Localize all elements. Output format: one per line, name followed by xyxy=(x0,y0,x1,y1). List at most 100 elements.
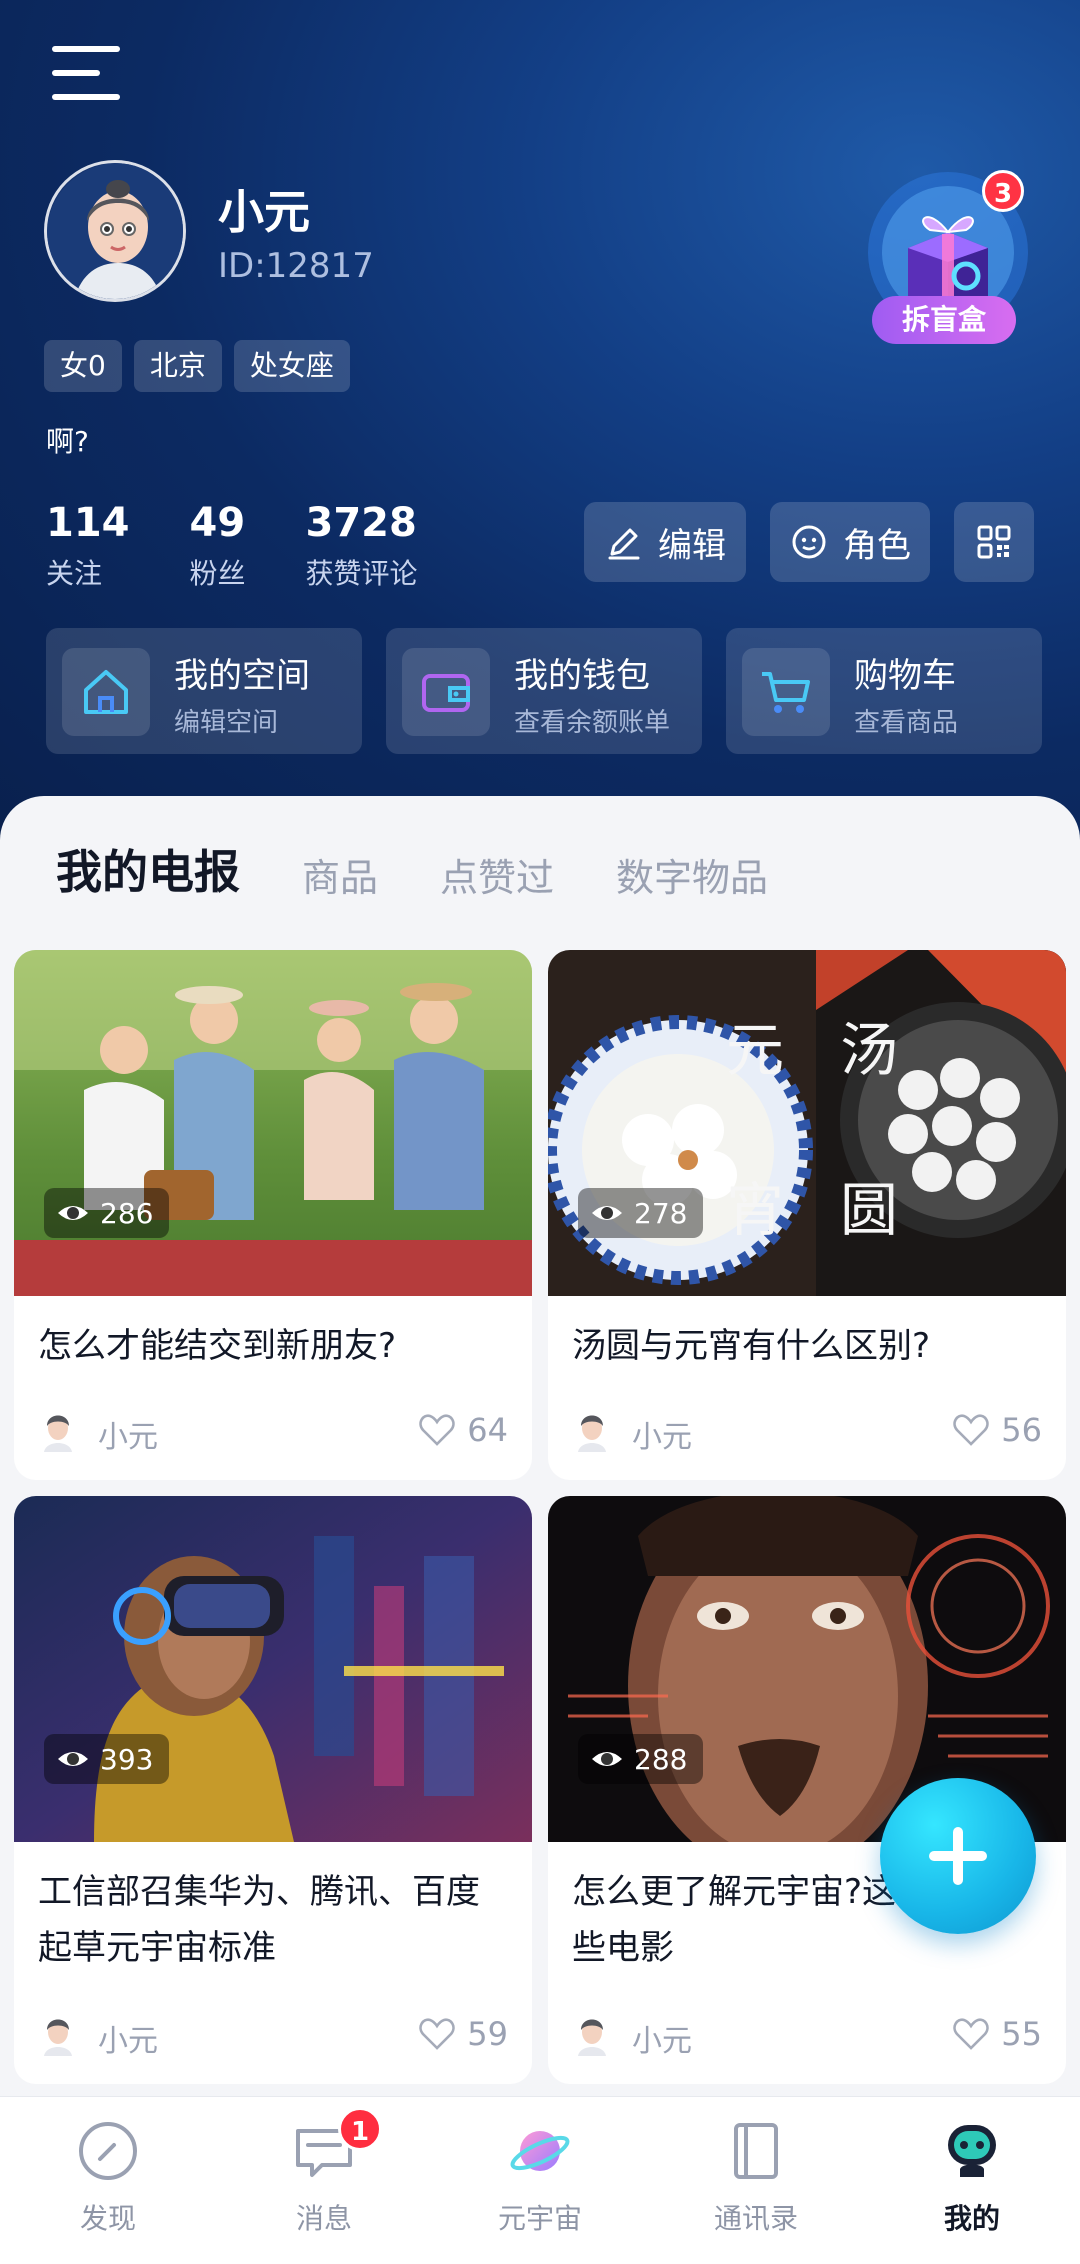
profile-header: 小元 ID:12817 女0 北京 处女座 啊? 3 拆盲盒 114 关注 49… xyxy=(0,0,1080,860)
post-image: 元 宵 汤 圆 278 xyxy=(548,950,1066,1296)
quick-card-space-title: 我的空间 xyxy=(174,656,310,696)
tag-city: 北京 xyxy=(133,340,222,392)
message-icon: 1 xyxy=(292,2107,382,2183)
quick-card-wallet-subtitle: 查看余额账单 xyxy=(514,708,671,738)
eye-icon xyxy=(58,1752,88,1766)
stat-followers[interactable]: 49 粉丝 xyxy=(190,500,246,592)
post-meta: 小元 64 xyxy=(38,1406,508,1456)
create-post-button[interactable] xyxy=(880,1778,1036,1934)
views-badge: 288 xyxy=(578,1734,704,1784)
plus-icon xyxy=(929,1827,987,1885)
image-char: 汤 xyxy=(840,1016,898,1084)
post-meta: 小元 59 xyxy=(38,2010,508,2060)
face-icon xyxy=(792,525,826,559)
views-count: 286 xyxy=(100,1196,154,1230)
tab-my-telegram[interactable]: 我的电报 xyxy=(56,836,240,902)
stat-following[interactable]: 114 关注 xyxy=(46,500,130,592)
views-badge: 278 xyxy=(578,1188,704,1238)
nav-metaverse[interactable]: 元宇宙 xyxy=(460,2119,620,2237)
nav-discover[interactable]: 发现 xyxy=(28,2119,188,2237)
profile-tags: 女0 北京 处女座 xyxy=(44,340,350,392)
robot-avatar-icon xyxy=(940,2119,1004,2183)
tab-products[interactable]: 商品 xyxy=(302,847,378,902)
heart-icon xyxy=(953,1414,990,1446)
nav-contacts[interactable]: 通讯录 xyxy=(676,2119,836,2237)
views-count: 288 xyxy=(634,1742,688,1776)
quick-card-cart[interactable]: 购物车 查看商品 xyxy=(726,628,1042,754)
like-button[interactable]: 55 xyxy=(951,2014,1042,2054)
post-title: 怎么才能结交到新朋友? xyxy=(38,1326,397,1366)
eye-icon xyxy=(592,1206,622,1220)
views-count: 393 xyxy=(100,1742,154,1776)
wallet-icon xyxy=(402,648,490,736)
profile-name: 小元 xyxy=(218,185,310,239)
tag-gender: 女0 xyxy=(44,340,122,392)
profile-stats: 114 关注 49 粉丝 3728 获赞评论 xyxy=(46,500,478,592)
tab-digital-items[interactable]: 数字物品 xyxy=(616,847,768,902)
image-char: 元 xyxy=(726,1016,784,1084)
post-image: 393 xyxy=(14,1496,532,1842)
heart-icon xyxy=(419,2018,456,2050)
messages-badge: 1 xyxy=(338,2107,382,2151)
heart-icon xyxy=(953,2018,990,2050)
like-count: 64 xyxy=(467,1411,508,1449)
post-card[interactable]: 286 怎么才能结交到新朋友? 小元 64 xyxy=(14,950,532,1480)
views-count: 278 xyxy=(634,1196,688,1230)
quick-card-space[interactable]: 我的空间 编辑空间 xyxy=(46,628,362,754)
qrcode-button[interactable] xyxy=(954,502,1034,582)
profile-bio: 啊? xyxy=(46,425,89,458)
quick-card-wallet[interactable]: 我的钱包 查看余额账单 xyxy=(386,628,702,754)
stat-likes[interactable]: 3728 获赞评论 xyxy=(306,500,418,592)
home-icon xyxy=(62,648,150,736)
profile-id: ID:12817 xyxy=(218,246,374,286)
author-name[interactable]: 小元 xyxy=(632,2016,692,2060)
planet-icon xyxy=(508,2119,572,2183)
author-avatar xyxy=(578,2019,606,2056)
image-char: 宵 xyxy=(726,1176,784,1244)
heart-icon xyxy=(419,1414,456,1446)
eye-icon xyxy=(58,1206,88,1220)
image-char: 圆 xyxy=(840,1176,898,1244)
stat-followers-label: 粉丝 xyxy=(189,557,246,590)
quick-card-cart-title: 购物车 xyxy=(854,656,956,696)
blindbox-badge: 3 xyxy=(982,170,1024,212)
nav-metaverse-label: 元宇宙 xyxy=(497,2202,582,2235)
like-count: 56 xyxy=(1001,1411,1042,1449)
nav-messages[interactable]: 1 消息 xyxy=(244,2107,404,2237)
nav-me-label: 我的 xyxy=(943,2202,1000,2235)
eye-icon xyxy=(592,1752,622,1766)
role-button-label: 角色 xyxy=(843,525,911,566)
like-count: 59 xyxy=(467,2015,508,2053)
author-avatar xyxy=(578,1415,606,1452)
like-button[interactable]: 59 xyxy=(417,2014,508,2054)
quick-card-cart-subtitle: 查看商品 xyxy=(854,708,959,738)
quick-card-wallet-title: 我的钱包 xyxy=(514,656,650,696)
stat-likes-value: 3728 xyxy=(305,500,417,546)
menu-icon[interactable] xyxy=(52,46,120,102)
book-icon xyxy=(724,2119,788,2183)
compass-icon xyxy=(76,2119,140,2183)
nav-me[interactable]: 我的 xyxy=(892,2119,1052,2237)
like-button[interactable]: 56 xyxy=(951,1410,1042,1450)
post-image: 286 xyxy=(14,950,532,1296)
role-button[interactable]: 角色 xyxy=(770,502,930,582)
quick-card-space-subtitle: 编辑空间 xyxy=(174,708,279,738)
views-badge: 286 xyxy=(44,1188,170,1238)
edit-button-label: 编辑 xyxy=(658,525,726,566)
like-button[interactable]: 64 xyxy=(417,1410,508,1450)
author-name[interactable]: 小元 xyxy=(632,1412,692,1456)
pencil-icon xyxy=(608,528,640,560)
cart-icon xyxy=(742,648,830,736)
avatar[interactable] xyxy=(44,160,186,302)
post-card[interactable]: 元 宵 汤 圆 278 汤圆与元宵有什么区别? 小元 56 xyxy=(548,950,1066,1480)
nav-contacts-label: 通讯录 xyxy=(713,2202,798,2235)
tab-liked[interactable]: 点赞过 xyxy=(440,847,554,902)
stat-following-value: 114 xyxy=(46,500,130,546)
blindbox-button[interactable]: 拆盲盒 xyxy=(872,296,1016,344)
author-name[interactable]: 小元 xyxy=(98,2016,158,2060)
author-name[interactable]: 小元 xyxy=(98,1412,158,1456)
like-count: 55 xyxy=(1001,2015,1042,2053)
post-card[interactable]: 393 工信部召集华为、腾讯、百度起草元宇宙标准 小元 59 xyxy=(14,1496,532,2084)
edit-button[interactable]: 编辑 xyxy=(584,502,746,582)
stat-following-label: 关注 xyxy=(46,557,103,590)
